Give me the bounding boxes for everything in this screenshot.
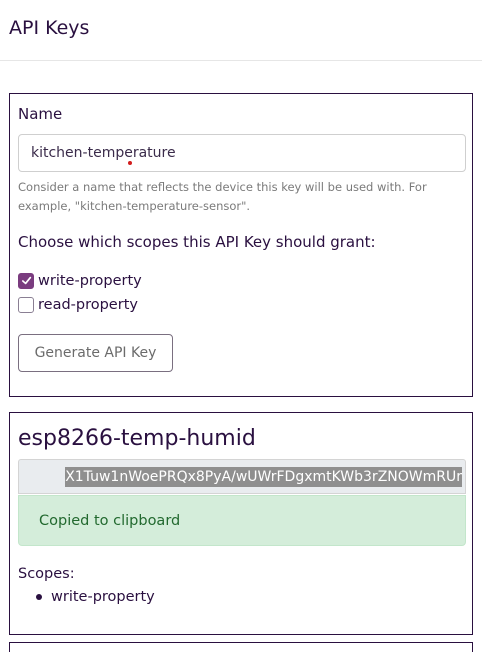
- copied-alert: Copied to clipboard: [18, 495, 466, 546]
- name-label: Name: [18, 105, 63, 123]
- write-property-label: write-property: [38, 273, 142, 289]
- read-property-checkbox[interactable]: [18, 297, 34, 313]
- read-property-label: read-property: [38, 297, 138, 313]
- scope-option-read-property[interactable]: read-property: [18, 297, 138, 313]
- scope-list: write-property: [18, 589, 155, 605]
- scopes-label: Scopes:: [18, 566, 75, 582]
- create-api-key-form: Name Consider a name that reflects the d…: [9, 93, 473, 397]
- scope-item-label: write-property: [51, 589, 155, 605]
- name-input[interactable]: [18, 134, 466, 172]
- key-name: esp8266-temp-humid: [18, 426, 256, 451]
- page-title: API Keys: [9, 17, 90, 39]
- scope-option-write-property[interactable]: write-property: [18, 273, 142, 289]
- key-value-text[interactable]: X1Tuw1nWoePRQx8PyA/wUWrFDgxmtKWb3rZNOWmR…: [65, 466, 462, 487]
- generate-api-key-button[interactable]: Generate API Key: [18, 334, 173, 372]
- check-icon: [22, 276, 32, 285]
- scopes-heading: Choose which scopes this API Key should …: [18, 233, 376, 251]
- write-property-checkbox[interactable]: [18, 273, 34, 289]
- scope-item: write-property: [18, 589, 155, 605]
- api-key-card: esp8266-temp-humid X1Tuw1nWoePRQx8PyA/wU…: [9, 412, 473, 635]
- key-value-field[interactable]: X1Tuw1nWoePRQx8PyA/wUWrFDgxmtKWb3rZNOWmR…: [18, 459, 466, 494]
- bullet-icon: [36, 594, 42, 600]
- text-cursor-marker: [128, 161, 132, 165]
- name-help-text: Consider a name that reflects the device…: [18, 180, 427, 213]
- page-header: API Keys: [0, 0, 482, 61]
- next-api-key-card: [9, 642, 473, 652]
